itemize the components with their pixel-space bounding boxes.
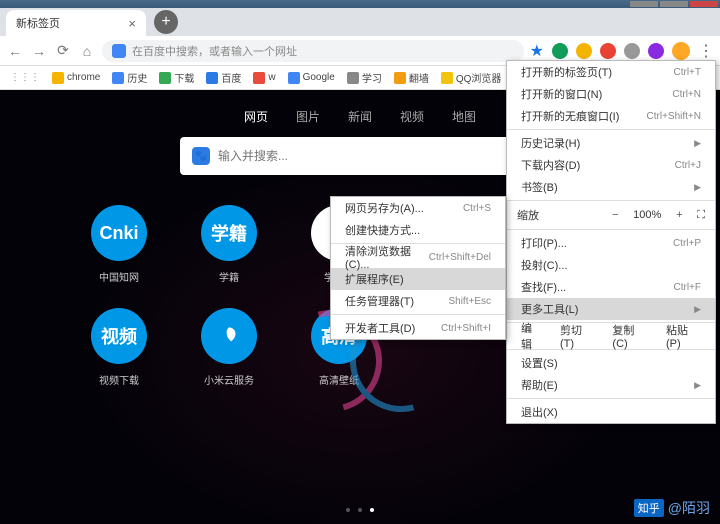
extension-icon[interactable]	[648, 43, 664, 59]
window-titlebar	[0, 0, 720, 8]
submenu-save-as[interactable]: 网页另存为(A)...Ctrl+S	[331, 197, 505, 219]
speed-dial-tile[interactable]: 学籍学籍	[190, 205, 268, 284]
menu-more-tools[interactable]: 更多工具(L)▶	[507, 298, 715, 320]
menu-bookmarks[interactable]: 书签(B)▶	[507, 176, 715, 198]
watermark-author: @陌羽	[668, 498, 710, 518]
home-button[interactable]: ⌂	[78, 42, 96, 60]
bookmark-item[interactable]: 翻墙	[394, 70, 429, 85]
submenu-extensions[interactable]: 扩展程序(E)	[331, 268, 505, 290]
menu-settings[interactable]: 设置(S)	[507, 352, 715, 374]
category-tab[interactable]: 新闻	[348, 108, 372, 125]
back-button[interactable]: ←	[6, 42, 24, 60]
menu-downloads[interactable]: 下载内容(D)Ctrl+J	[507, 154, 715, 176]
zhihu-logo: 知乎	[634, 499, 664, 517]
omnibox[interactable]: 在百度中搜索，或者输入一个网址	[102, 40, 524, 62]
bookmark-item[interactable]: 学习	[347, 70, 382, 85]
category-tab[interactable]: 视频	[400, 108, 424, 125]
extension-icons: ★ ⋮	[530, 41, 714, 61]
bookmark-item[interactable]: 历史	[112, 70, 147, 85]
new-tab-button[interactable]: +	[154, 10, 178, 34]
speed-dial-tile[interactable]: Cnki中国知网	[80, 205, 158, 284]
bookmark-item[interactable]: 百度	[206, 70, 241, 85]
window-close[interactable]	[690, 1, 718, 7]
submenu-shortcut[interactable]: 创建快捷方式...	[331, 219, 505, 241]
category-tab[interactable]: 图片	[296, 108, 320, 125]
close-icon[interactable]: ×	[128, 16, 136, 31]
reload-button[interactable]: ⟳	[54, 42, 72, 60]
menu-find[interactable]: 查找(F)...Ctrl+F	[507, 276, 715, 298]
category-tab[interactable]: 网页	[244, 108, 268, 125]
extension-icon[interactable]	[552, 43, 568, 59]
star-icon[interactable]: ★	[530, 41, 544, 61]
window-minimize[interactable]	[630, 1, 658, 7]
menu-new-tab[interactable]: 打开新的标签页(T)Ctrl+T	[507, 61, 715, 83]
zoom-in-button[interactable]: +	[671, 209, 687, 221]
bookmark-item[interactable]: Google	[288, 70, 335, 85]
zoom-out-button[interactable]: −	[607, 209, 623, 221]
apps-icon[interactable]: ⋮⋮⋮	[10, 72, 40, 83]
menu-help[interactable]: 帮助(E)▶	[507, 374, 715, 396]
window-maximize[interactable]	[660, 1, 688, 7]
dot[interactable]	[358, 508, 362, 512]
speed-dial-tile[interactable]: 小米云服务	[190, 308, 268, 387]
menu-exit[interactable]: 退出(X)	[507, 401, 715, 423]
search-box[interactable]: 🐾	[180, 137, 540, 175]
submenu-clear-data[interactable]: 清除浏览数据(C)...Ctrl+Shift+Del	[331, 246, 505, 268]
tab-title: 新标签页	[16, 15, 60, 31]
menu-cut[interactable]: 剪切(T)	[560, 322, 594, 350]
submenu-taskmgr[interactable]: 任务管理器(T)Shift+Esc	[331, 290, 505, 312]
extension-icon[interactable]	[576, 43, 592, 59]
fullscreen-icon[interactable]: ⛶	[697, 209, 705, 222]
dot[interactable]	[346, 508, 350, 512]
menu-paste[interactable]: 粘贴(P)	[666, 322, 701, 350]
menu-incognito[interactable]: 打开新的无痕窗口(I)Ctrl+Shift+N	[507, 105, 715, 127]
forward-button[interactable]: →	[30, 42, 48, 60]
baidu-icon: 🐾	[192, 147, 210, 165]
menu-print[interactable]: 打印(P)...Ctrl+P	[507, 232, 715, 254]
extension-icon[interactable]	[600, 43, 616, 59]
watermark: 知乎 @陌羽	[634, 498, 710, 518]
page-indicator	[346, 508, 374, 512]
menu-history[interactable]: 历史记录(H)▶	[507, 132, 715, 154]
menu-edit-row: 编辑 剪切(T) 复制(C) 粘贴(P)	[507, 325, 715, 347]
menu-cast[interactable]: 投射(C)...	[507, 254, 715, 276]
search-provider-icon	[112, 44, 126, 58]
tab-strip: 新标签页 × +	[0, 8, 720, 36]
speed-dial-tile[interactable]: 视频视频下载	[80, 308, 158, 387]
more-tools-submenu: 网页另存为(A)...Ctrl+S 创建快捷方式... 清除浏览数据(C)...…	[330, 196, 506, 340]
extension-icon[interactable]	[624, 43, 640, 59]
browser-tab[interactable]: 新标签页 ×	[6, 10, 146, 36]
category-tab[interactable]: 地图	[452, 108, 476, 125]
bookmark-item[interactable]: chrome	[52, 70, 100, 85]
bookmark-item[interactable]: 下载	[159, 70, 194, 85]
dot-active[interactable]	[370, 508, 374, 512]
search-input[interactable]	[218, 149, 528, 163]
menu-button[interactable]: ⋮	[698, 41, 714, 61]
menu-zoom: 缩放 − 100% + ⛶	[507, 203, 715, 227]
menu-new-window[interactable]: 打开新的窗口(N)Ctrl+N	[507, 83, 715, 105]
submenu-devtools[interactable]: 开发者工具(D)Ctrl+Shift+I	[331, 317, 505, 339]
bookmark-item[interactable]: w	[253, 70, 275, 85]
zoom-value: 100%	[633, 209, 661, 221]
main-menu: 打开新的标签页(T)Ctrl+T 打开新的窗口(N)Ctrl+N 打开新的无痕窗…	[506, 60, 716, 424]
bookmark-item[interactable]: QQ浏览器	[441, 70, 502, 85]
avatar[interactable]	[672, 42, 690, 60]
omnibox-placeholder: 在百度中搜索，或者输入一个网址	[132, 43, 297, 59]
menu-copy[interactable]: 复制(C)	[612, 322, 648, 350]
